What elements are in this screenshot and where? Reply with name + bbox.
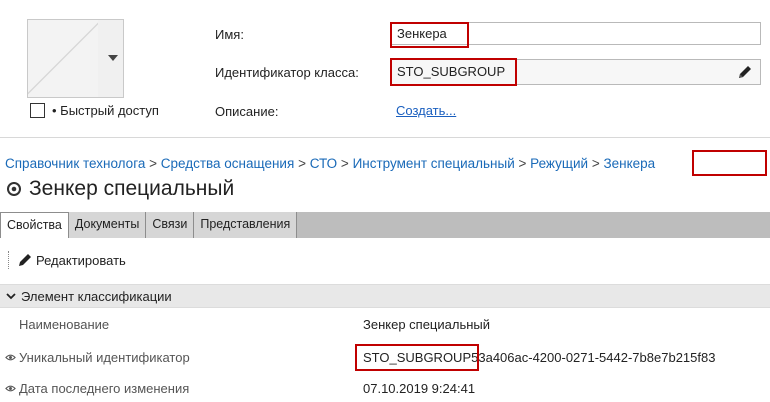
- property-name: Уникальный идентификатор: [19, 350, 190, 365]
- property-value: 07.10.2019 9:24:41: [363, 381, 476, 396]
- quick-access-checkbox[interactable]: [30, 103, 45, 118]
- image-picker[interactable]: [27, 19, 124, 98]
- uid-rest: 53a406ac-4200-0271-5442-7b8e7b215f83: [471, 350, 716, 365]
- property-name: Наименование: [19, 317, 110, 332]
- breadcrumb-separator: >: [591, 156, 604, 171]
- breadcrumb-separator: >: [298, 156, 310, 171]
- breadcrumb-item-current[interactable]: Зенкера: [603, 156, 655, 171]
- breadcrumb-item[interactable]: СТО: [310, 156, 337, 171]
- property-row: Дата последнего изменения 07.10.2019 9:2…: [0, 376, 770, 402]
- breadcrumb-item[interactable]: Режущий: [530, 156, 588, 171]
- tab-views[interactable]: Представления: [194, 212, 298, 238]
- tab-links[interactable]: Связи: [146, 212, 195, 238]
- divider: [0, 137, 770, 138]
- chevron-down-icon[interactable]: [108, 55, 118, 61]
- class-id-highlight: [390, 58, 517, 86]
- chevron-down-icon: [6, 293, 16, 300]
- property-name: Дата последнего изменения: [19, 381, 190, 396]
- classification-section-header[interactable]: Элемент классификации: [0, 284, 770, 308]
- property-name-wrap: Уникальный идентификатор: [5, 350, 190, 365]
- name-highlight: [390, 22, 469, 48]
- tab-bar: Свойства Документы Связи Представления: [0, 212, 770, 238]
- class-id-label: Идентификатор класса:: [215, 65, 359, 80]
- breadcrumb-separator: >: [340, 156, 353, 171]
- edit-button[interactable]: Редактировать: [17, 252, 126, 268]
- cog-icon: [7, 182, 21, 196]
- uid-highlight: [355, 344, 479, 371]
- edit-button-label: Редактировать: [36, 252, 126, 268]
- quick-access-toggle[interactable]: • Быстрый доступ: [30, 103, 159, 118]
- breadcrumb-separator: >: [149, 156, 161, 171]
- breadcrumb-item[interactable]: Средства оснащения: [161, 156, 295, 171]
- description-label: Описание:: [215, 104, 279, 119]
- section-label: Элемент классификации: [21, 288, 172, 304]
- item-form: • Быстрый доступ Имя: Зенкера Идентифика…: [0, 0, 770, 135]
- breadcrumb-separator: >: [518, 156, 531, 171]
- property-value: Зенкер специальный: [363, 317, 491, 332]
- property-name-wrap: Дата последнего изменения: [5, 381, 189, 396]
- page-title: Зенкер специальный: [6, 177, 234, 201]
- breadcrumb-highlight: [692, 150, 767, 176]
- toolbar: Редактировать: [0, 243, 770, 277]
- toolbar-grip[interactable]: [8, 251, 11, 269]
- quick-access-label: • Быстрый доступ: [52, 103, 159, 118]
- create-description-link[interactable]: Создать...: [396, 103, 456, 118]
- eye-icon: [5, 385, 16, 392]
- breadcrumb: Справочник технолога > Средства оснащени…: [5, 156, 655, 171]
- breadcrumb-item[interactable]: Инструмент специальный: [353, 156, 515, 171]
- page-title-text: Зенкер специальный: [29, 177, 235, 200]
- property-row: Наименование Зенкер специальный: [0, 312, 770, 338]
- pencil-icon[interactable]: [737, 64, 753, 80]
- pencil-icon: [19, 254, 31, 266]
- eye-icon: [5, 354, 16, 361]
- breadcrumb-item[interactable]: Справочник технолога: [5, 156, 145, 171]
- tab-properties[interactable]: Свойства: [0, 212, 69, 238]
- name-label: Имя:: [215, 27, 244, 42]
- tab-documents[interactable]: Документы: [68, 212, 147, 238]
- image-placeholder: [28, 20, 98, 97]
